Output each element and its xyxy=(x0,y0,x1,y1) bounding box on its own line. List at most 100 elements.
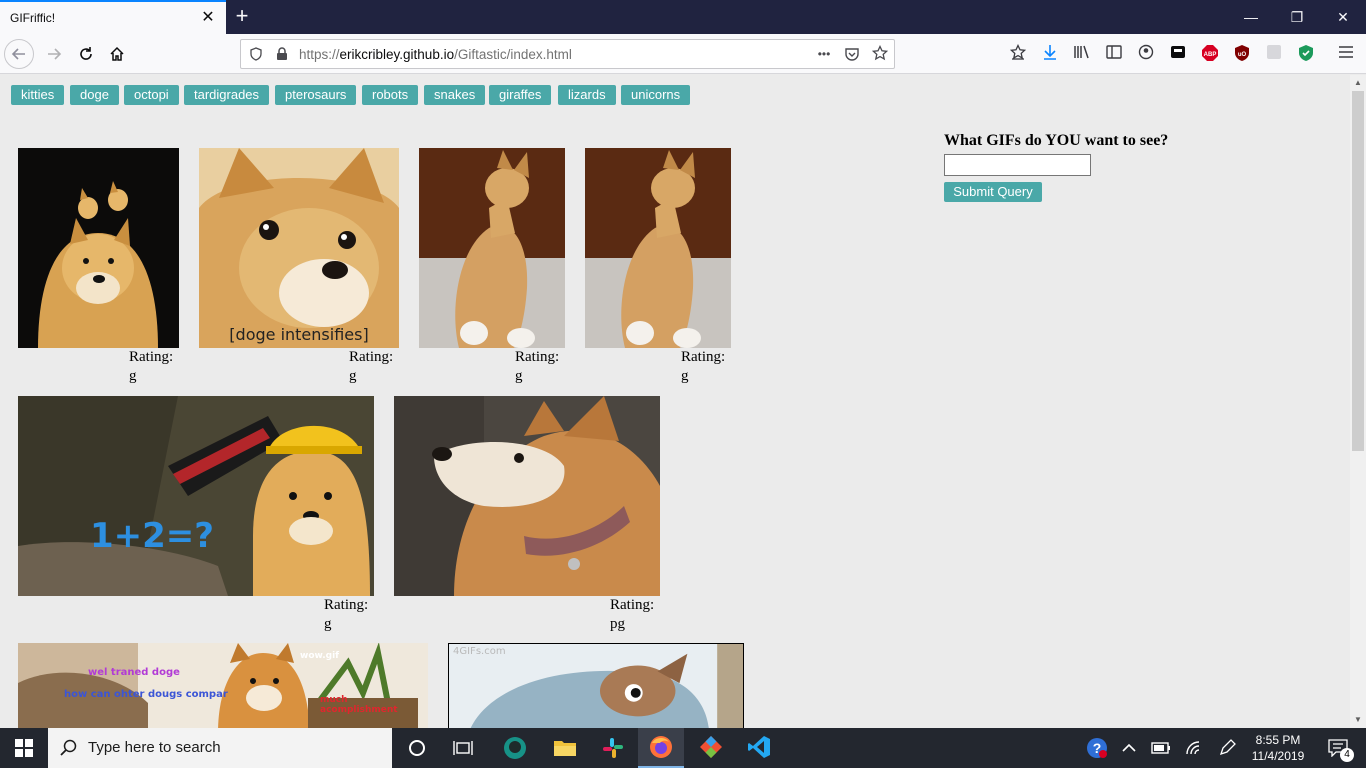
page-actions-icon[interactable]: ••• xyxy=(815,45,833,63)
gif-caption: 1+2=? xyxy=(90,516,215,556)
wifi-icon[interactable] xyxy=(1180,728,1210,768)
clock-date: 11/4/2019 xyxy=(1251,749,1305,763)
account-icon[interactable] xyxy=(1136,44,1156,64)
task-view-icon[interactable] xyxy=(440,728,486,768)
gif-image[interactable]: 4GIFs.com xyxy=(448,643,744,728)
scroll-thumb[interactable] xyxy=(1352,91,1364,451)
url-bar[interactable]: https://erikcribley.github.io/Giftastic/… xyxy=(240,39,895,69)
arrow-left-icon xyxy=(11,48,25,60)
gif-caption: wow.gif xyxy=(300,651,340,661)
gif-rating: Rating: g xyxy=(129,349,174,384)
vscode-icon[interactable] xyxy=(736,728,782,768)
gif-caption: much acomplishment xyxy=(320,695,398,715)
firefox-icon[interactable] xyxy=(638,728,684,768)
gif-image[interactable]: [doge intensifies] xyxy=(199,148,399,348)
search-form: What GIFs do YOU want to see? Submit Que… xyxy=(944,132,1169,202)
ublock-origin-icon[interactable]: uO xyxy=(1232,44,1252,64)
lock-icon[interactable] xyxy=(273,45,291,63)
privacy-badger-icon[interactable] xyxy=(1296,44,1316,64)
url-text[interactable]: https://erikcribley.github.io/Giftastic/… xyxy=(299,47,572,62)
gif-rating: Rating: g xyxy=(681,349,726,384)
topic-input[interactable] xyxy=(944,154,1091,176)
gif-image[interactable]: 1+2=? xyxy=(18,396,374,596)
topic-button-robots[interactable]: robots xyxy=(362,85,419,105)
download-icon[interactable] xyxy=(1040,44,1060,64)
topic-button-snakes[interactable]: snakes xyxy=(424,85,486,105)
tab-gifriffic[interactable]: GIFriffic! ✕ xyxy=(0,0,226,34)
minimize-button[interactable]: — xyxy=(1228,0,1274,34)
svg-text:ABP: ABP xyxy=(1204,52,1217,58)
gif-rating: Rating: pg xyxy=(610,597,655,632)
gif-image[interactable] xyxy=(419,148,565,348)
sidebar-icon[interactable] xyxy=(1104,44,1124,64)
topic-button-tardigrades[interactable]: tardigrades xyxy=(184,85,270,105)
pen-icon[interactable] xyxy=(1212,728,1242,768)
reader-star-icon[interactable] xyxy=(1008,43,1028,64)
pocket-icon[interactable] xyxy=(843,45,861,63)
gif-image[interactable] xyxy=(394,396,660,596)
home-button[interactable] xyxy=(101,38,133,70)
extension-dark-icon[interactable] xyxy=(1168,44,1188,64)
tab-close-icon[interactable]: ✕ xyxy=(200,8,216,28)
battery-icon[interactable] xyxy=(1146,728,1176,768)
file-explorer-icon[interactable] xyxy=(542,728,588,768)
vertical-scrollbar[interactable]: ▲ ▼ xyxy=(1350,75,1366,728)
gif-rating: Rating: g xyxy=(324,597,369,632)
new-tab-button[interactable]: + xyxy=(230,4,254,28)
close-window-button[interactable]: ✕ xyxy=(1320,0,1366,34)
scroll-down-icon[interactable]: ▼ xyxy=(1350,712,1366,728)
help-icon[interactable]: ? xyxy=(1082,728,1112,768)
reload-button[interactable] xyxy=(70,38,102,70)
taskbar-search[interactable]: Type here to search xyxy=(48,728,392,768)
gif-image[interactable] xyxy=(585,148,731,348)
topic-button-lizards[interactable]: lizards xyxy=(558,85,616,105)
system-clock[interactable]: 8:55 PM 11/4/2019 xyxy=(1248,732,1308,764)
slack-icon[interactable] xyxy=(590,728,636,768)
bookmark-star-icon[interactable] xyxy=(871,44,889,63)
page-content: kitties doge octopi tardigrades pterosau… xyxy=(0,75,1350,728)
home-icon xyxy=(110,46,124,61)
arrow-right-icon xyxy=(48,48,62,60)
gif-caption: wel traned doge xyxy=(88,667,180,678)
restore-button[interactable]: ❐ xyxy=(1274,0,1320,34)
adblock-plus-icon[interactable]: ABP xyxy=(1200,44,1220,64)
topic-button-pterosaurs[interactable]: pterosaurs xyxy=(275,85,357,105)
gif-image[interactable]: wel traned doge how can ohter dougs comp… xyxy=(18,643,428,728)
search-icon xyxy=(60,739,77,756)
shield-icon[interactable] xyxy=(247,45,265,63)
topic-button-doge[interactable]: doge xyxy=(70,85,119,105)
navigation-toolbar: https://erikcribley.github.io/Giftastic/… xyxy=(0,34,1366,74)
form-title: What GIFs do YOU want to see? xyxy=(944,132,1169,149)
notifications-icon[interactable]: 4 xyxy=(1320,728,1356,768)
start-button[interactable] xyxy=(0,728,48,768)
topic-button-octopi[interactable]: octopi xyxy=(124,85,179,105)
git-icon[interactable] xyxy=(688,728,734,768)
topic-button-unicorns[interactable]: unicorns xyxy=(621,85,691,105)
chevron-up-icon[interactable] xyxy=(1114,728,1144,768)
scroll-up-icon[interactable]: ▲ xyxy=(1350,75,1366,91)
cortana-icon[interactable] xyxy=(394,728,440,768)
menu-icon[interactable] xyxy=(1336,44,1356,64)
gif-rating: Rating: g xyxy=(515,349,560,384)
gif-caption: [doge intensifies] xyxy=(229,325,369,344)
gif-watermark: 4GIFs.com xyxy=(453,646,506,657)
search-placeholder: Type here to search xyxy=(88,739,221,756)
notification-count: 4 xyxy=(1340,748,1354,762)
forward-button[interactable] xyxy=(38,38,70,70)
back-button[interactable] xyxy=(4,39,34,69)
gif-rating: Rating: g xyxy=(349,349,394,384)
gif-image[interactable] xyxy=(18,148,179,348)
windows-taskbar: Type here to search ? 8:55 PM 11/4/2019 xyxy=(0,728,1366,768)
reload-icon xyxy=(80,47,92,60)
library-icon[interactable] xyxy=(1072,44,1092,64)
gif-caption: how can ohter dougs compar xyxy=(64,689,228,700)
tab-strip: GIFriffic! ✕ + — ❐ ✕ xyxy=(0,0,1366,34)
windows-logo-icon xyxy=(15,739,33,757)
svg-text:uO: uO xyxy=(1238,52,1247,58)
topic-button-kitties[interactable]: kitties xyxy=(11,85,65,105)
submit-query-button[interactable]: Submit Query xyxy=(944,182,1042,202)
tab-title: GIFriffic! xyxy=(10,11,56,25)
gitkraken-icon[interactable] xyxy=(492,728,538,768)
topic-button-giraffes[interactable]: giraffes xyxy=(489,85,552,105)
extension-grey-icon[interactable] xyxy=(1264,44,1284,64)
